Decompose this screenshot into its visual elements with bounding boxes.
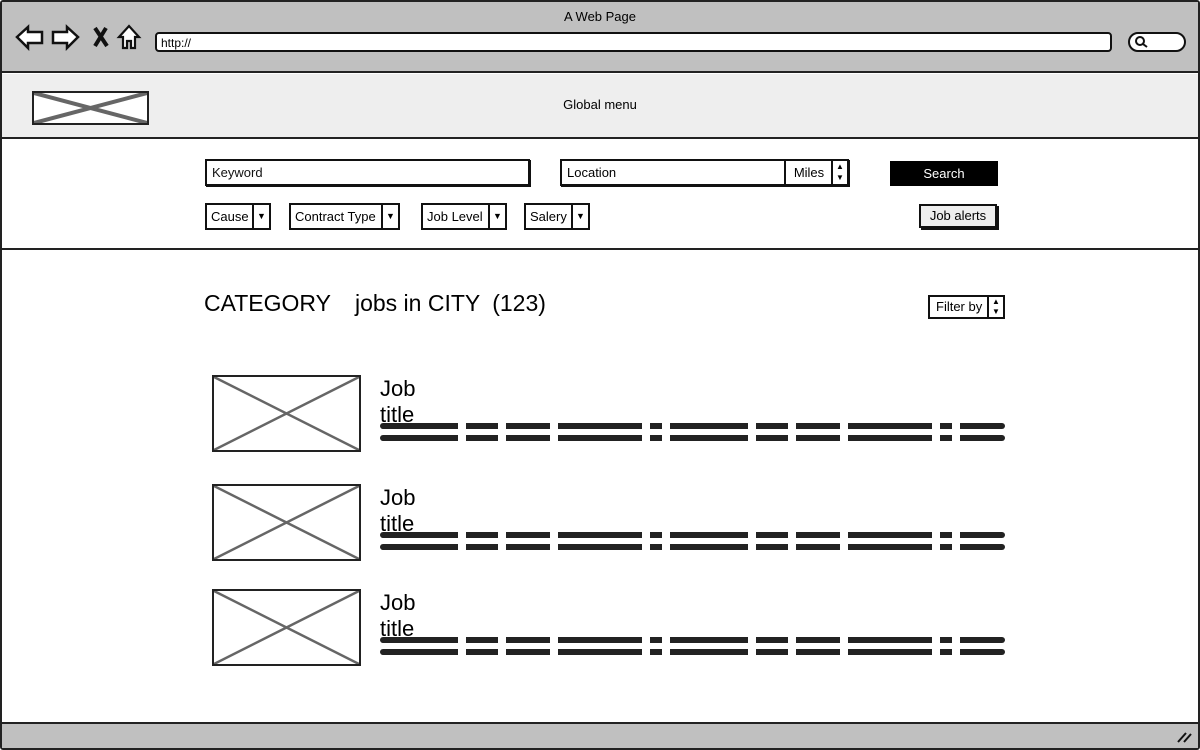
dropdown-label: Cause <box>211 209 249 224</box>
filter-by-select[interactable]: Filter by ▲ ▼ <box>928 295 1005 319</box>
job-description-line <box>380 435 1005 441</box>
spinner-icon[interactable]: ▲ ▼ <box>831 161 847 184</box>
chevron-down-icon: ▼ <box>571 205 588 228</box>
global-menu[interactable]: Global menu <box>0 97 1200 112</box>
filter-label: Filter by <box>936 299 983 314</box>
job-description-line <box>380 532 1005 538</box>
job-description-line <box>380 544 1005 550</box>
salary-dropdown[interactable]: Salery ▼ <box>524 203 590 230</box>
close-icon[interactable] <box>93 26 109 48</box>
divider <box>2 248 1198 250</box>
dropdown-label: Salery <box>530 209 567 224</box>
home-icon[interactable] <box>116 24 142 50</box>
resize-grip-icon[interactable] <box>1176 729 1192 743</box>
job-image-placeholder[interactable] <box>212 375 361 452</box>
location-placeholder: Location <box>567 165 617 180</box>
contract-type-dropdown[interactable]: Contract Type ▼ <box>289 203 400 230</box>
job-level-dropdown[interactable]: Job Level ▼ <box>421 203 507 230</box>
job-title[interactable]: Job title <box>380 376 415 428</box>
dropdown-label: Contract Type <box>295 209 376 224</box>
result-count: (123) <box>492 290 546 316</box>
category-text: CATEGORY <box>204 290 331 316</box>
job-image-placeholder[interactable] <box>212 589 361 666</box>
job-description-line <box>380 637 1005 643</box>
job-description-line <box>380 649 1005 655</box>
search-button[interactable]: Search <box>890 161 998 186</box>
job-title[interactable]: Job title <box>380 590 415 642</box>
forward-arrow-icon[interactable] <box>51 24 80 52</box>
job-image-placeholder[interactable] <box>212 484 361 561</box>
results-heading: CATEGORY jobs in CITY (123) <box>204 290 570 317</box>
browser-search-box[interactable] <box>1128 32 1186 52</box>
status-bar <box>2 722 1198 748</box>
location-input[interactable]: Location Miles ▲ ▼ <box>560 159 849 186</box>
chevron-down-icon: ▼ <box>488 205 505 228</box>
job-alerts-button[interactable]: Job alerts <box>919 204 997 228</box>
window-title: A Web Page <box>563 9 637 24</box>
dropdown-label: Job Level <box>427 209 483 224</box>
chevron-down-icon: ▼ <box>381 205 398 228</box>
spinner-icon: ▲ ▼ <box>987 297 1003 317</box>
job-title[interactable]: Job title <box>380 485 415 537</box>
back-arrow-icon[interactable] <box>15 24 44 52</box>
search-icon <box>1135 36 1148 48</box>
job-description-line <box>380 423 1005 429</box>
location-text: jobs in CITY <box>354 290 481 316</box>
url-bar[interactable]: http:// <box>155 32 1112 52</box>
distance-unit-select[interactable]: Miles <box>784 161 832 184</box>
keyword-input[interactable]: Keyword <box>205 159 530 186</box>
cause-dropdown[interactable]: Cause ▼ <box>205 203 271 230</box>
chevron-down-icon: ▼ <box>252 205 269 228</box>
